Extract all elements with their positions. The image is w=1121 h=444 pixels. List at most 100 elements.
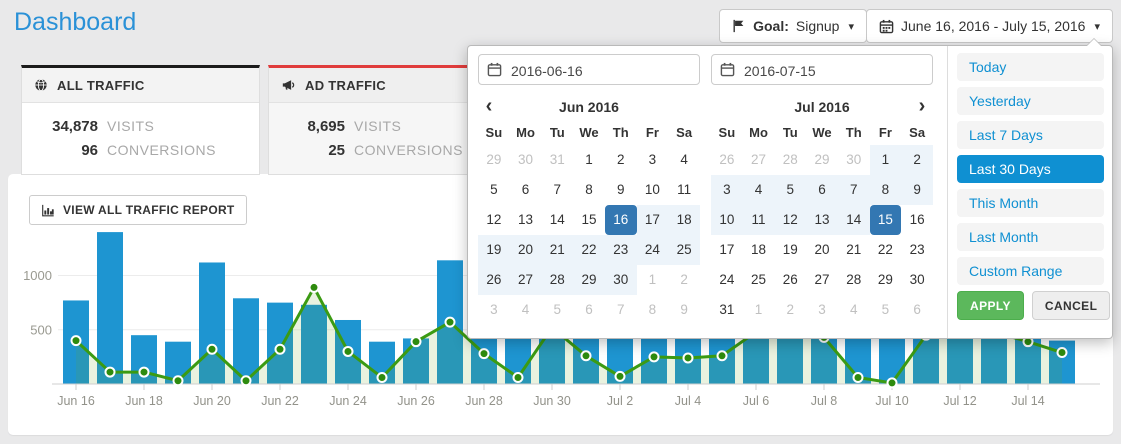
calendar-day[interactable]: 3 [806, 295, 838, 325]
range-item-custom-range[interactable]: Custom Range [957, 257, 1104, 285]
calendar-day[interactable]: 2 [901, 145, 933, 175]
calendar-day[interactable]: 20 [510, 235, 542, 265]
calendar-day[interactable]: 5 [774, 175, 806, 205]
calendar-day[interactable]: 20 [806, 235, 838, 265]
calendar-day[interactable]: 6 [573, 295, 605, 325]
calendar-day[interactable]: 23 [901, 235, 933, 265]
calendar-day[interactable]: 28 [541, 265, 573, 295]
calendar-day[interactable]: 3 [711, 175, 743, 205]
range-item-last-7-days[interactable]: Last 7 Days [957, 121, 1104, 149]
end-date-input[interactable] [742, 55, 926, 86]
calendar-day[interactable]: 26 [774, 265, 806, 295]
calendar-day[interactable]: 21 [838, 235, 870, 265]
calendar-day[interactable]: 2 [605, 145, 637, 175]
calendar-day[interactable]: 3 [478, 295, 510, 325]
calendar-day[interactable]: 30 [901, 265, 933, 295]
calendar-day[interactable]: 4 [510, 295, 542, 325]
calendar-day[interactable]: 29 [806, 145, 838, 175]
calendar-day[interactable]: 3 [637, 145, 669, 175]
calendar-day[interactable]: 27 [806, 265, 838, 295]
calendar-day[interactable]: 1 [573, 145, 605, 175]
calendar-day[interactable]: 17 [711, 235, 743, 265]
calendar-day[interactable]: 2 [668, 265, 700, 295]
range-item-yesterday[interactable]: Yesterday [957, 87, 1104, 115]
view-all-traffic-report-button[interactable]: VIEW ALL TRAFFIC REPORT [29, 195, 247, 225]
calendar-day[interactable]: 7 [541, 175, 573, 205]
calendar-day[interactable]: 30 [510, 145, 542, 175]
calendar-day[interactable]: 28 [838, 265, 870, 295]
chevron-right-icon[interactable]: › [911, 92, 933, 120]
calendar-day[interactable]: 8 [870, 175, 902, 205]
calendar-day[interactable]: 12 [478, 205, 510, 235]
calendar-day[interactable]: 13 [510, 205, 542, 235]
calendar-day[interactable]: 16 [901, 205, 933, 235]
calendar-day[interactable]: 6 [510, 175, 542, 205]
calendar-day[interactable]: 24 [711, 265, 743, 295]
calendar-day[interactable]: 1 [743, 295, 775, 325]
calendar-day[interactable]: 6 [901, 295, 933, 325]
calendar-day[interactable]: 18 [743, 235, 775, 265]
calendar-day[interactable]: 5 [870, 295, 902, 325]
range-item-last-30-days[interactable]: Last 30 Days [957, 155, 1104, 183]
calendar-day-selected[interactable]: 16 [605, 205, 637, 235]
goal-selector-button[interactable]: Goal: Signup ▾ [719, 9, 867, 43]
calendar-day[interactable]: 29 [478, 145, 510, 175]
calendar-day[interactable]: 21 [541, 235, 573, 265]
calendar-day[interactable]: 14 [838, 205, 870, 235]
start-date-input[interactable] [509, 55, 693, 86]
calendar-day[interactable]: 8 [573, 175, 605, 205]
apply-button[interactable]: APPLY [957, 291, 1024, 320]
calendar-day[interactable]: 17 [637, 205, 669, 235]
calendar-day[interactable]: 22 [573, 235, 605, 265]
calendar-day[interactable]: 27 [743, 145, 775, 175]
calendar-day[interactable]: 6 [806, 175, 838, 205]
calendar-day[interactable]: 10 [711, 205, 743, 235]
range-item-last-month[interactable]: Last Month [957, 223, 1104, 251]
calendar-day[interactable]: 10 [637, 175, 669, 205]
calendar-day[interactable]: 30 [605, 265, 637, 295]
date-range-button[interactable]: June 16, 2016 - July 15, 2016 ▾ [866, 9, 1113, 43]
calendar-day[interactable]: 9 [668, 295, 700, 325]
calendar-day[interactable]: 31 [711, 295, 743, 325]
calendar-day[interactable]: 29 [573, 265, 605, 295]
calendar-day[interactable]: 28 [774, 145, 806, 175]
calendar-day[interactable]: 1 [637, 265, 669, 295]
range-item-today[interactable]: Today [957, 53, 1104, 81]
calendar-day[interactable]: 18 [668, 205, 700, 235]
calendar-day[interactable]: 4 [668, 145, 700, 175]
calendar-day[interactable]: 15 [573, 205, 605, 235]
calendar-day[interactable]: 25 [743, 265, 775, 295]
calendar-day[interactable]: 26 [711, 145, 743, 175]
calendar-day[interactable]: 8 [637, 295, 669, 325]
calendar-day[interactable]: 12 [774, 205, 806, 235]
calendar-day[interactable]: 30 [838, 145, 870, 175]
calendar-day[interactable]: 11 [668, 175, 700, 205]
range-item-this-month[interactable]: This Month [957, 189, 1104, 217]
calendar-day[interactable]: 1 [870, 145, 902, 175]
calendar-day[interactable]: 9 [605, 175, 637, 205]
calendar-day[interactable]: 22 [870, 235, 902, 265]
calendar-day[interactable]: 4 [743, 175, 775, 205]
calendar-day[interactable]: 29 [870, 265, 902, 295]
calendar-day[interactable]: 25 [668, 235, 700, 265]
calendar-day[interactable]: 26 [478, 265, 510, 295]
calendar-day[interactable]: 5 [478, 175, 510, 205]
chevron-left-icon[interactable]: ‹ [478, 92, 500, 120]
calendar-day-selected[interactable]: 15 [870, 205, 902, 235]
calendar-day[interactable]: 4 [838, 295, 870, 325]
all-traffic-card[interactable]: ALL TRAFFIC 34,878 VISITS 96 CONVERSIONS [21, 65, 260, 175]
calendar-day[interactable]: 19 [774, 235, 806, 265]
calendar-day[interactable]: 9 [901, 175, 933, 205]
calendar-day[interactable]: 7 [838, 175, 870, 205]
calendar-day[interactable]: 19 [478, 235, 510, 265]
calendar-day[interactable]: 2 [774, 295, 806, 325]
calendar-day[interactable]: 5 [541, 295, 573, 325]
calendar-day[interactable]: 27 [510, 265, 542, 295]
calendar-day[interactable]: 11 [743, 205, 775, 235]
calendar-day[interactable]: 13 [806, 205, 838, 235]
calendar-day[interactable]: 7 [605, 295, 637, 325]
calendar-day[interactable]: 24 [637, 235, 669, 265]
calendar-day[interactable]: 31 [541, 145, 573, 175]
calendar-day[interactable]: 14 [541, 205, 573, 235]
cancel-button[interactable]: CANCEL [1032, 291, 1110, 320]
